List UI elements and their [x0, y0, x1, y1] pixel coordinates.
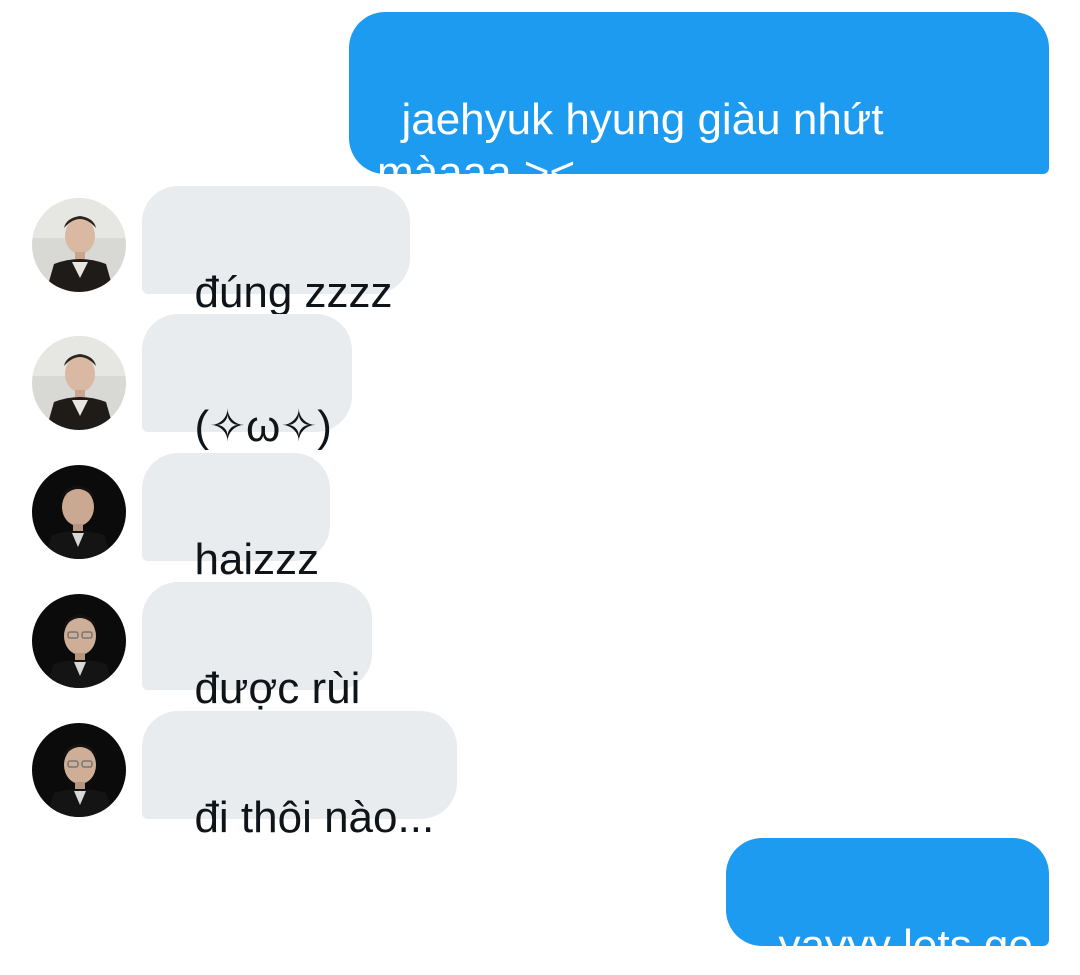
avatar[interactable] — [32, 594, 126, 688]
message-text: yayyy lets go — [778, 921, 1033, 970]
avatar[interactable] — [32, 336, 126, 430]
avatar[interactable] — [32, 198, 126, 292]
contact-photo-light — [32, 336, 126, 430]
message-text: được rùi — [194, 664, 361, 713]
message-text: đúng zzzz — [194, 268, 393, 317]
avatar[interactable] — [32, 465, 126, 559]
contact-photo-dark — [32, 594, 126, 688]
message-bubble-received[interactable]: đúng zzzz — [142, 186, 410, 317]
message-bubble-received[interactable]: đi thôi nào... — [142, 711, 457, 842]
contact-photo-dark — [32, 465, 126, 559]
avatar[interactable] — [32, 723, 126, 817]
message-text: (✧ω✧) — [194, 402, 332, 451]
message-bubble-sent[interactable]: yayyy lets go — [726, 838, 1049, 970]
contact-photo-dark — [32, 723, 126, 817]
message-bubble-received[interactable]: (✧ω✧) — [142, 314, 352, 451]
message-bubble-sent[interactable]: jaehyuk hyung giàu nhứt màaaa >< — [349, 12, 1049, 197]
message-text: haizzz — [194, 535, 320, 584]
contact-photo-light — [32, 198, 126, 292]
message-bubble-received[interactable]: được rùi — [142, 582, 372, 713]
message-bubble-received[interactable]: haizzz — [142, 453, 330, 584]
message-text: jaehyuk hyung giàu nhứt màaaa >< — [377, 95, 884, 197]
message-text: đi thôi nào... — [194, 793, 435, 842]
